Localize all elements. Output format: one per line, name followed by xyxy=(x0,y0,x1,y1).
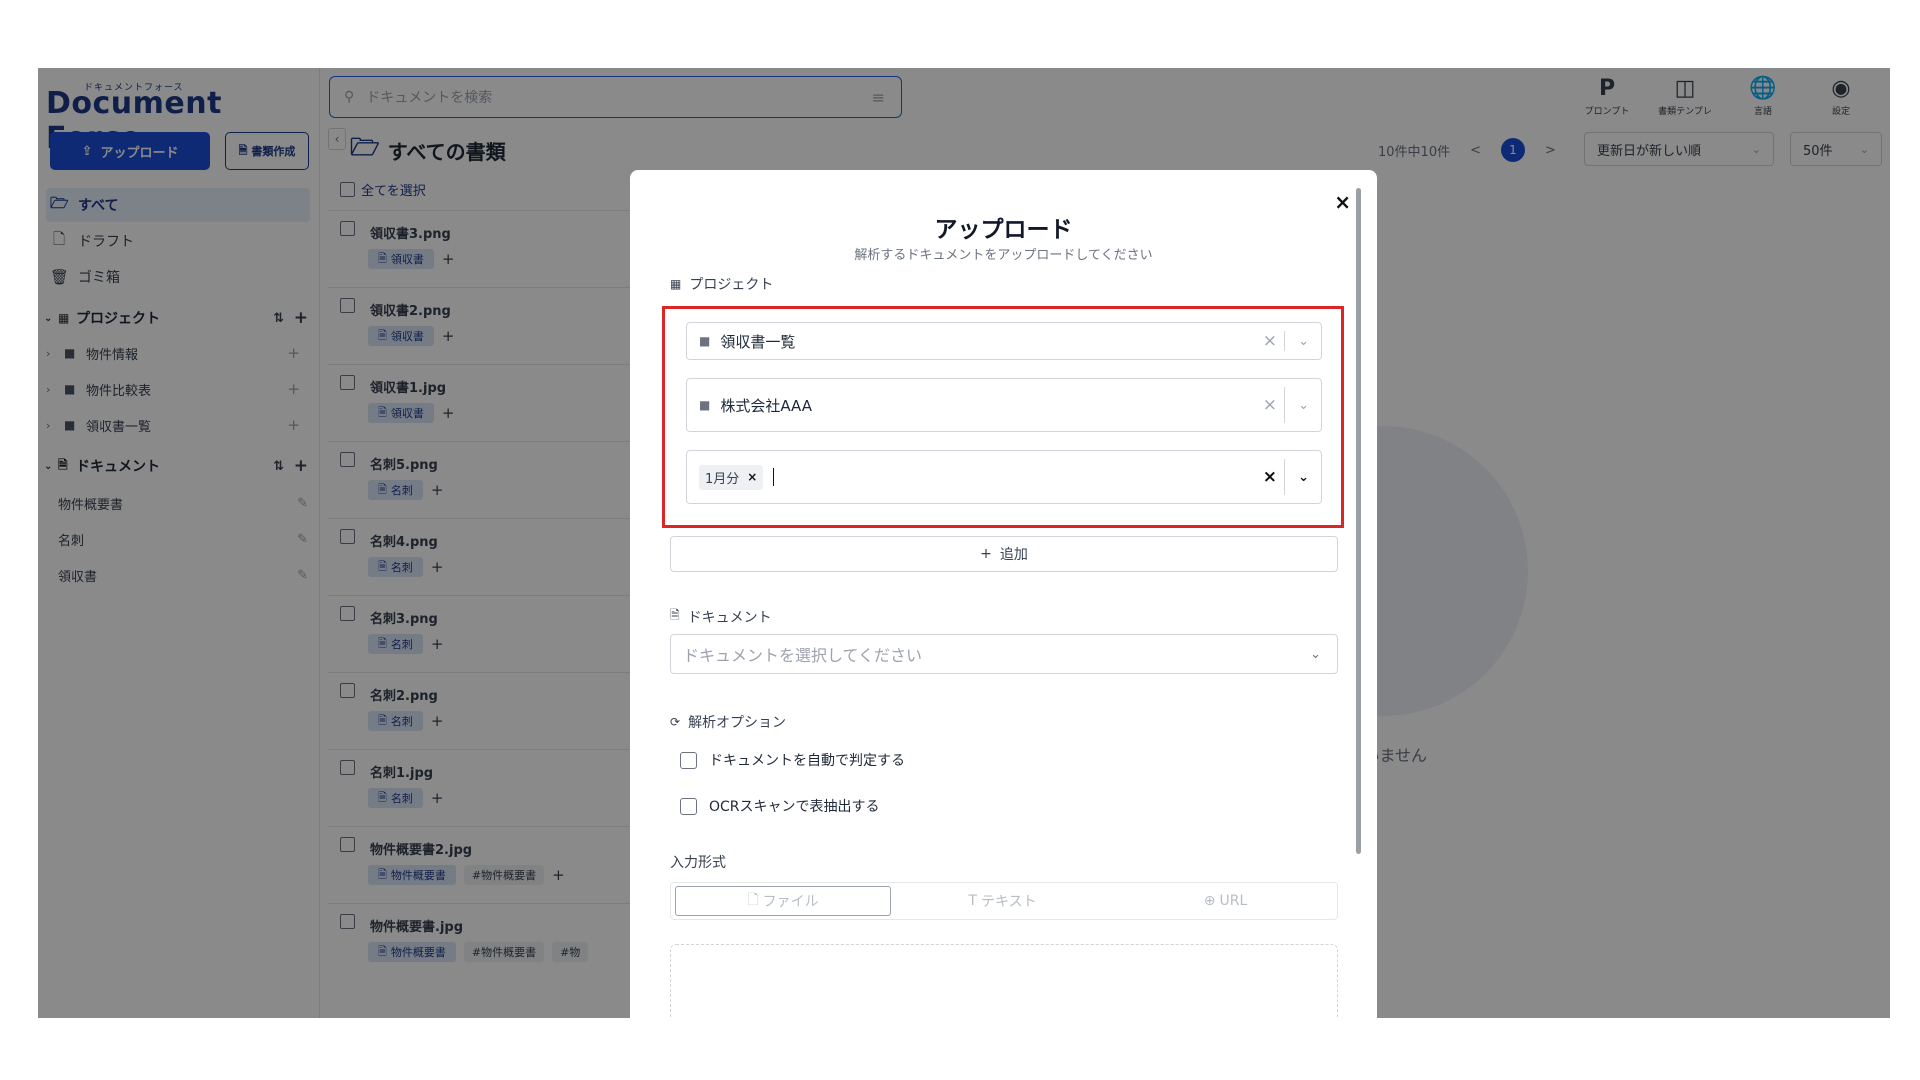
text-icon: T xyxy=(968,893,977,909)
tab-label: ファイル xyxy=(762,894,819,910)
folder-icon: ■ xyxy=(699,334,711,348)
app-window: ドキュメントフォース Document Force ⇪ アップロード 🗎 書類作… xyxy=(38,68,1890,1018)
divider xyxy=(1284,387,1285,423)
options-label-text: 解析オプション xyxy=(688,715,787,731)
clear-icon[interactable]: × xyxy=(1263,395,1277,415)
document-select-placeholder: ドキュメントを選択してください xyxy=(683,646,923,665)
divider xyxy=(1284,331,1285,351)
document-field-label: 🗎 ドキュメント xyxy=(670,606,772,627)
link-icon: ⊕ xyxy=(1203,893,1216,909)
add-project-button[interactable]: + 追加 xyxy=(670,536,1338,572)
remove-chip-icon[interactable]: × xyxy=(747,470,757,484)
project-field-label: ▦ プロジェクト xyxy=(670,274,773,294)
file-dropzone[interactable] xyxy=(670,944,1338,1018)
divider xyxy=(1284,459,1285,495)
project-select-value: 株式会社AAA xyxy=(720,396,812,415)
options-field-label: ⟳ 解析オプション xyxy=(670,712,786,732)
chevron-down-icon: ⌄ xyxy=(1310,646,1321,662)
clear-icon[interactable]: × xyxy=(1263,331,1277,351)
project-select[interactable]: 1月分 × × ⌄ xyxy=(686,450,1322,504)
project-select[interactable]: ■ 株式会社AAA × ⌄ xyxy=(686,378,1322,432)
option-label: ドキュメントを自動で判定する xyxy=(709,753,905,769)
chip-label: 1月分 xyxy=(705,471,740,487)
clear-icon[interactable]: × xyxy=(1263,467,1277,487)
modal-title: アップロード xyxy=(934,217,1073,243)
tab-text[interactable]: T テキスト xyxy=(891,886,1114,916)
option-label: OCRスキャンで表抽出する xyxy=(709,799,880,815)
grid-icon: ▦ xyxy=(670,277,682,291)
plus-icon: + xyxy=(980,546,992,562)
input-format-label: 入力形式 xyxy=(670,852,726,872)
document-icon: 🗎 xyxy=(670,608,680,622)
document-label-text: ドキュメント xyxy=(687,609,772,626)
tab-url[interactable]: ⊕ URL xyxy=(1114,886,1337,916)
chevron-down-icon[interactable]: ⌄ xyxy=(1298,470,1309,485)
auto-detect-option[interactable]: ドキュメントを自動で判定する xyxy=(680,750,905,770)
upload-modal: × アップロード 解析するドキュメントをアップロードしてください ▦ プロジェク… xyxy=(630,170,1377,1018)
file-icon: 🗋 xyxy=(747,892,759,908)
add-label: 追加 xyxy=(999,547,1028,563)
chevron-down-icon[interactable]: ⌄ xyxy=(1298,334,1309,349)
analysis-icon: ⟳ xyxy=(670,715,681,729)
project-select-value: 領収書一覧 xyxy=(720,332,796,351)
input-format-text: 入力形式 xyxy=(670,855,726,871)
chevron-down-icon[interactable]: ⌄ xyxy=(1298,398,1309,413)
tab-label: URL xyxy=(1219,893,1248,909)
text-cursor xyxy=(773,468,775,486)
ocr-table-option[interactable]: OCRスキャンで表抽出する xyxy=(680,796,880,816)
checkbox[interactable] xyxy=(680,797,697,815)
modal-subtitle: 解析するドキュメントをアップロードしてください xyxy=(854,248,1153,263)
checkbox[interactable] xyxy=(680,751,697,769)
folder-icon: ■ xyxy=(699,398,711,412)
selected-chip: 1月分 × xyxy=(699,464,764,490)
project-select[interactable]: ■ 領収書一覧 × ⌄ xyxy=(686,322,1322,360)
scrollbar[interactable] xyxy=(1356,188,1361,854)
project-label-text: プロジェクト xyxy=(689,277,774,293)
tab-label: テキスト xyxy=(980,894,1037,910)
document-select[interactable]: ドキュメントを選択してください ⌄ xyxy=(670,634,1338,674)
input-format-tabs: 🗋 ファイル T テキスト ⊕ URL xyxy=(670,882,1338,920)
tab-file[interactable]: 🗋 ファイル xyxy=(675,886,891,916)
